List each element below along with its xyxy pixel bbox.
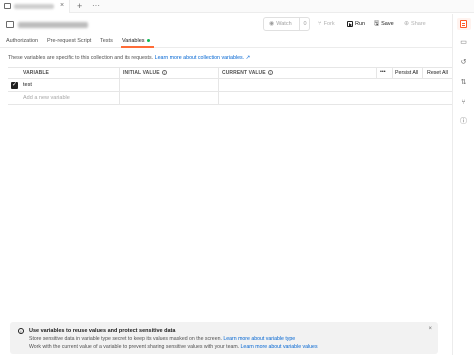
run-icon (347, 21, 353, 27)
more-options-icon[interactable]: ••• (380, 69, 386, 75)
enable-variable-checkbox[interactable]: ✓ (11, 82, 18, 89)
share-button[interactable]: ⊕ Share (402, 17, 430, 31)
collection-tabs: Authorization Pre-request Script Tests V… (0, 36, 452, 48)
banner-line-secret: Store sensitive data in variable type se… (29, 336, 295, 342)
variable-name-cell[interactable]: test (23, 82, 32, 88)
folder-icon (4, 3, 11, 9)
share-icon: ⊕ (404, 21, 410, 27)
banner-line-current-value: Work with the current value of a variabl… (29, 344, 318, 350)
learn-more-collection-variables-link[interactable]: Learn more about collection variables. ↗ (155, 55, 250, 61)
learn-more-variable-type-link[interactable]: Learn more about variable type (223, 336, 295, 342)
table-header: VARIABLE INITIAL VALUE i CURRENT VALUE i •… (8, 67, 452, 79)
close-tab-icon[interactable]: × (60, 2, 64, 10)
fork-icon: ⑂ (318, 21, 322, 27)
pull-requests-icon[interactable]: ⇅ (460, 79, 467, 87)
fork-label: Fork (323, 21, 335, 27)
description-text: These variables are specific to this col… (8, 55, 155, 61)
close-banner-icon[interactable]: × (428, 326, 432, 332)
fork-button[interactable]: ⑂ Fork (315, 17, 341, 31)
fork-icon[interactable]: ⑂ (460, 99, 467, 107)
persist-all-button[interactable]: Persist All (395, 70, 418, 76)
initial-value-label: INITIAL VALUE (123, 70, 160, 76)
run-label: Run (355, 21, 366, 27)
variables-info-banner: i Use variables to reuse values and prot… (10, 322, 438, 354)
run-button[interactable]: Run (345, 17, 370, 31)
tab-pre-request-script[interactable]: Pre-request Script (47, 38, 91, 47)
right-sidebar: ▭ ↺ ⇅ ⑂ ⓘ (452, 14, 474, 355)
save-label: Save (381, 21, 394, 27)
tab-title-redacted (14, 4, 54, 9)
watch-count[interactable]: 0 (299, 18, 310, 30)
table-row: ✓ test (8, 79, 452, 92)
collection-icon (6, 21, 14, 28)
tab-bar: × + ··· (0, 0, 474, 13)
save-button[interactable]: 🖫 Save (372, 17, 398, 31)
eye-icon: ◉ (269, 21, 275, 27)
initial-value-column-header: INITIAL VALUE i (123, 70, 167, 76)
tab-tests[interactable]: Tests (100, 38, 113, 47)
column-divider (119, 92, 120, 105)
column-divider (119, 79, 120, 92)
column-divider (218, 79, 219, 92)
info-icon[interactable]: i (267, 70, 273, 76)
column-divider (119, 68, 120, 79)
column-divider (218, 92, 219, 105)
more-tabs-icon[interactable]: ··· (92, 1, 100, 11)
active-tab-indicator (121, 46, 154, 48)
watch-label: Watch (276, 21, 292, 27)
comments-icon[interactable]: ▭ (460, 39, 467, 47)
new-variable-row: Add a new variable (8, 92, 452, 105)
banner-title: Use variables to reuse values and protec… (29, 328, 176, 334)
collection-tab[interactable]: × (0, 0, 70, 13)
reset-all-button[interactable]: Reset All (427, 70, 448, 76)
column-divider (422, 68, 423, 79)
banner-line-current-value-text: Work with the current value of a variabl… (29, 344, 241, 350)
current-value-label: CURRENT VALUE (222, 70, 266, 76)
variables-description: These variables are specific to this col… (8, 55, 250, 61)
documentation-icon[interactable] (460, 20, 467, 28)
learn-more-variable-values-link[interactable]: Learn more about variable values (241, 344, 318, 350)
add-variable-input[interactable]: Add a new variable (23, 95, 70, 101)
tab-authorization[interactable]: Authorization (6, 38, 38, 47)
watch-button[interactable]: ◉ Watch (264, 18, 298, 30)
save-icon: 🖫 (374, 21, 380, 27)
history-icon[interactable]: ↺ (460, 59, 467, 67)
info-icon[interactable]: ⓘ (460, 118, 467, 126)
column-divider (376, 68, 377, 79)
banner-line-secret-text: Store sensitive data in variable type se… (29, 336, 224, 342)
status-dot (146, 39, 150, 43)
new-tab-icon[interactable]: + (77, 1, 82, 11)
info-icon: i (18, 328, 24, 334)
info-icon[interactable]: i (161, 70, 167, 76)
collection-header: ◉ Watch 0 ⑂ Fork Run 🖫 Save ⊕ Share (0, 14, 452, 36)
watch-group: ◉ Watch 0 (263, 17, 310, 31)
variables-table: VARIABLE INITIAL VALUE i CURRENT VALUE i •… (8, 67, 452, 105)
collection-name-redacted (18, 22, 88, 28)
column-divider (218, 68, 219, 79)
column-divider (392, 68, 393, 79)
variable-column-header: VARIABLE (23, 70, 49, 76)
current-value-column-header: CURRENT VALUE i (222, 70, 273, 76)
tab-variables-label: Variables (122, 38, 145, 44)
share-label: Share (411, 21, 426, 27)
